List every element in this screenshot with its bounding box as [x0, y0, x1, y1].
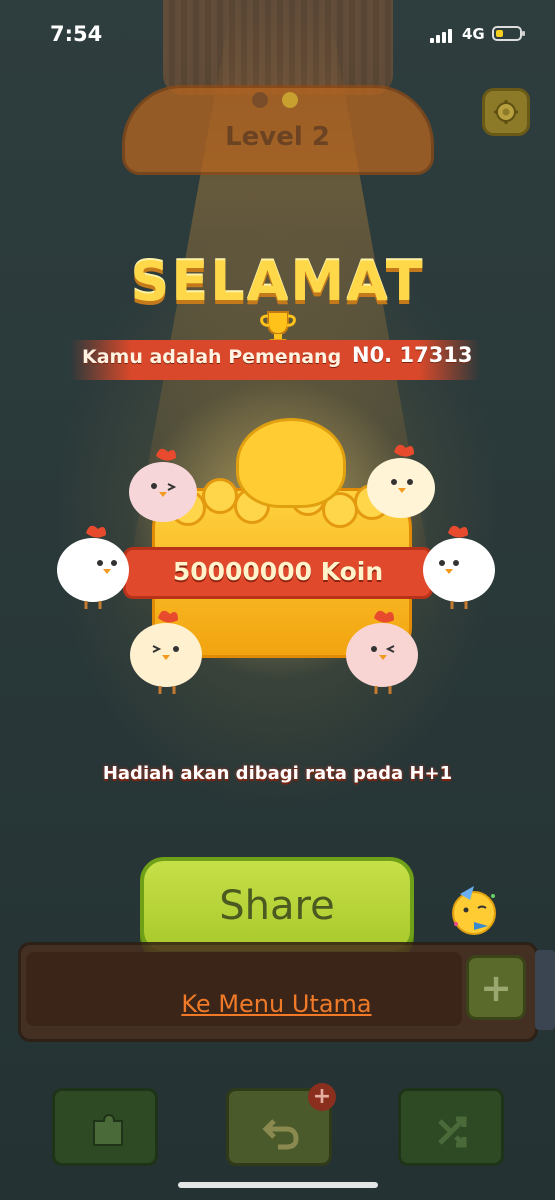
golden-duck	[236, 418, 346, 508]
undo-icon	[262, 1119, 299, 1150]
add-slot-button[interactable]: +	[466, 955, 526, 1020]
chicken-mascot	[423, 525, 495, 609]
coin-amount: 50000000 Koin	[172, 557, 384, 586]
level-indicator-dot	[252, 92, 268, 108]
home-indicator	[178, 1182, 378, 1188]
winner-number: N0. 17313	[352, 343, 473, 367]
reward-note: Hadiah akan dibagi rata pada H+1	[102, 763, 453, 784]
level-label: Level 2	[225, 122, 330, 152]
share-button[interactable]: Share	[140, 857, 414, 955]
level-indicator-dot	[282, 92, 298, 108]
shuffle-icon	[438, 1116, 467, 1148]
winner-label: Kamu adalah Pemenang	[82, 346, 342, 368]
signal-icon	[430, 27, 456, 43]
status-time: 7:54	[50, 22, 103, 46]
sign-rope	[163, 0, 393, 95]
share-button-label: Share	[219, 883, 335, 929]
chicken-mascot	[130, 610, 202, 694]
battery-icon	[492, 26, 525, 41]
undo-badge: +	[308, 1083, 336, 1111]
plus-icon: +	[480, 966, 512, 1010]
settings-button[interactable]	[482, 88, 530, 136]
side-pipe	[535, 950, 555, 1030]
shuffle-tool-button[interactable]	[398, 1088, 504, 1166]
puzzle-tool-button[interactable]	[52, 1088, 158, 1166]
chicken-mascot	[57, 525, 129, 609]
chicken-mascot	[367, 444, 435, 518]
gear-icon	[494, 100, 518, 124]
puzzle-icon	[93, 1113, 123, 1146]
congrats-title: SELAMAT	[130, 250, 425, 313]
network-type: 4G	[462, 25, 485, 43]
party-emoji-icon	[452, 886, 496, 935]
chicken-mascot	[346, 610, 418, 694]
